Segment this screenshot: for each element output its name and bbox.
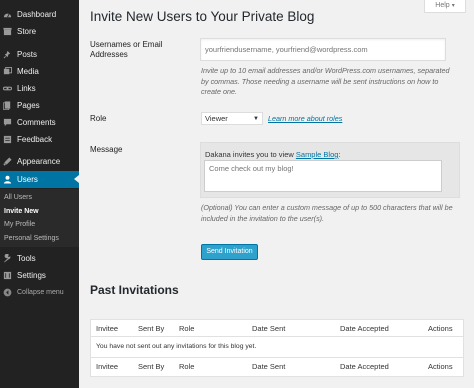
dashboard-icon bbox=[3, 10, 12, 19]
menu-item-users[interactable]: Users bbox=[0, 171, 79, 188]
menu-item-feedback[interactable]: Feedback bbox=[0, 131, 79, 147]
column-header-role: Role bbox=[179, 324, 195, 333]
menu-item-label: Media bbox=[17, 66, 39, 76]
submenu-item-all-users[interactable]: All Users bbox=[4, 194, 32, 201]
collapse-icon bbox=[3, 288, 12, 297]
chevron-down-icon: ▼ bbox=[253, 116, 259, 122]
footer-header-actions: Actions bbox=[428, 362, 453, 371]
menu-item-label: Appearance bbox=[17, 156, 61, 166]
users-submenu: All Users Invite New My Profile Personal… bbox=[0, 189, 79, 247]
media-icon bbox=[3, 66, 12, 76]
column-header-date-sent: Date Sent bbox=[252, 324, 286, 333]
message-label: Message bbox=[90, 145, 123, 154]
menu-item-settings[interactable]: Settings bbox=[0, 267, 79, 283]
send-invitation-button[interactable]: Send Invitation bbox=[201, 244, 258, 260]
menu-item-label: Feedback bbox=[17, 134, 53, 144]
comments-icon bbox=[3, 118, 12, 127]
menu-item-label: Settings bbox=[17, 270, 46, 280]
wrench-icon bbox=[3, 253, 12, 263]
usernames-description: Invite up to 10 email addresses and/or W… bbox=[201, 66, 450, 96]
empty-table-message: You have not sent out any invitations fo… bbox=[96, 343, 257, 350]
footer-header-date-sent: Date Sent bbox=[252, 362, 286, 371]
menu-item-comments[interactable]: Comments bbox=[0, 114, 79, 130]
menu-item-label: Posts bbox=[17, 49, 38, 59]
menu-item-label: Store bbox=[17, 26, 37, 36]
menu-item-dashboard[interactable]: Dashboard bbox=[0, 6, 79, 22]
menu-item-label: Collapse menu bbox=[17, 288, 64, 296]
message-textarea[interactable] bbox=[204, 160, 442, 192]
menu-item-store[interactable]: Store bbox=[0, 23, 79, 39]
past-invitations-table: Invitee Sent By Role Date Sent Date Acce… bbox=[90, 319, 464, 377]
settings-icon bbox=[3, 271, 12, 280]
store-icon bbox=[3, 27, 12, 36]
table-divider bbox=[91, 357, 463, 358]
column-header-date-accepted: Date Accepted bbox=[340, 324, 389, 333]
links-icon bbox=[3, 84, 12, 93]
feedback-icon bbox=[3, 135, 12, 144]
column-header-sent-by: Sent By bbox=[138, 324, 165, 333]
usernames-input[interactable] bbox=[200, 38, 446, 61]
footer-header-invitee: Invitee bbox=[96, 362, 119, 371]
past-invitations-title: Past Invitations bbox=[90, 283, 179, 297]
table-divider bbox=[91, 336, 463, 337]
menu-item-posts[interactable]: Posts bbox=[0, 46, 79, 62]
submenu-item-my-profile[interactable]: My Profile bbox=[4, 221, 35, 228]
menu-item-label: Comments bbox=[17, 117, 56, 127]
role-select[interactable]: Viewer ▼ bbox=[201, 112, 263, 125]
menu-item-media[interactable]: Media bbox=[0, 63, 79, 79]
page-title: Invite New Users to Your Private Blog bbox=[90, 9, 315, 24]
chevron-down-icon: ▾ bbox=[451, 3, 455, 9]
appearance-icon bbox=[3, 156, 12, 166]
users-icon bbox=[3, 175, 12, 184]
submenu-item-personal-settings[interactable]: Personal Settings bbox=[4, 235, 59, 242]
submenu-item-invite-new[interactable]: Invite New bbox=[4, 208, 39, 215]
footer-header-date-accepted: Date Accepted bbox=[340, 362, 389, 371]
menu-item-pages[interactable]: Pages bbox=[0, 97, 79, 113]
footer-header-sent-by: Sent By bbox=[138, 362, 165, 371]
collapse-menu-button[interactable]: Collapse menu bbox=[0, 284, 79, 300]
menu-item-label: Pages bbox=[17, 100, 40, 110]
learn-more-roles-link[interactable]: Learn more about roles bbox=[268, 114, 342, 123]
message-description: (Optional) You can enter a custom messag… bbox=[201, 203, 453, 223]
menu-item-appearance[interactable]: Appearance bbox=[0, 153, 79, 169]
help-tab[interactable]: Help ▾ bbox=[424, 0, 466, 13]
admin-sidebar: Dashboard Store Posts Media Links Pages … bbox=[0, 0, 79, 388]
message-prefix: Dakana invites you to view Sample Blog: bbox=[205, 150, 341, 159]
sample-blog-link[interactable]: Sample Blog bbox=[296, 150, 339, 159]
footer-header-role: Role bbox=[179, 362, 195, 371]
pages-icon bbox=[3, 100, 12, 110]
menu-item-links[interactable]: Links bbox=[0, 80, 79, 96]
pin-icon bbox=[3, 50, 12, 59]
menu-item-label: Dashboard bbox=[17, 9, 57, 19]
menu-item-label: Users bbox=[17, 175, 38, 184]
message-prefix-suffix: : bbox=[338, 150, 341, 159]
column-header-invitee: Invitee bbox=[96, 324, 119, 333]
menu-item-tools[interactable]: Tools bbox=[0, 250, 79, 266]
message-prefix-text: Dakana invites you to view bbox=[205, 150, 294, 159]
help-tab-label: Help bbox=[435, 2, 450, 9]
usernames-label: Usernames or Email Addresses bbox=[90, 40, 163, 59]
role-label: Role bbox=[90, 114, 107, 123]
column-header-actions: Actions bbox=[428, 324, 453, 333]
menu-item-label: Tools bbox=[17, 253, 36, 263]
menu-item-label: Links bbox=[17, 83, 36, 93]
role-select-value: Viewer bbox=[205, 114, 228, 123]
